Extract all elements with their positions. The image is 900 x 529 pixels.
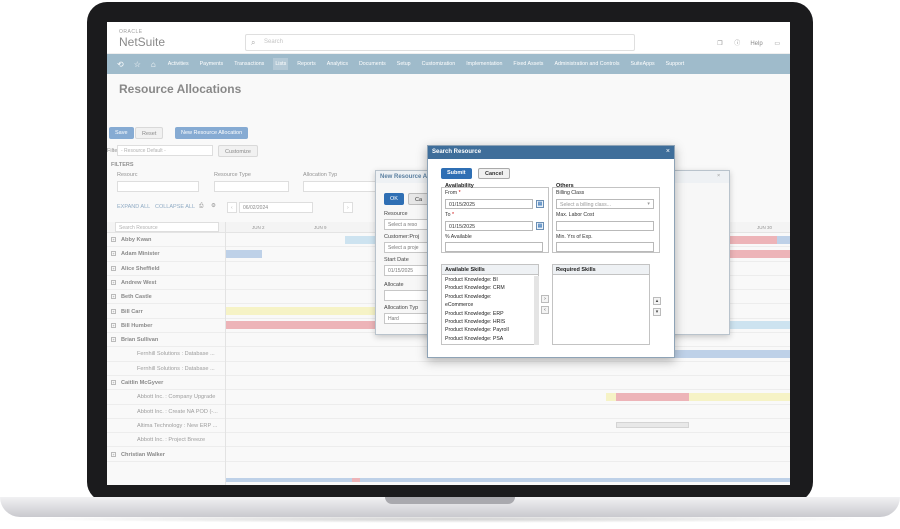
search-resource-dialog: Search Resource × Submit Cancel Availabi… — [427, 145, 675, 358]
skill-option[interactable]: Product Knowledge: — [445, 294, 491, 300]
pct-available-input[interactable] — [445, 242, 543, 252]
allocation-type-field[interactable]: Hard — [384, 313, 428, 324]
max-labor-cost-label: Max. Labor Cost — [556, 212, 595, 218]
allocate-field[interactable] — [384, 290, 428, 301]
billing-class-placeholder: Select a billing class... — [560, 202, 612, 208]
skills-scrollbar[interactable] — [534, 276, 539, 345]
move-down-arrow-icon[interactable]: ▾ — [653, 308, 661, 316]
start-date-field[interactable]: 01/15/2025 — [384, 265, 428, 276]
start-date-value: 01/15/2025 — [388, 268, 414, 274]
availability-heading: Availability — [445, 183, 474, 189]
ok-button[interactable]: OK — [384, 193, 404, 205]
skill-option[interactable]: Product Knowledge: Payroll — [445, 327, 509, 333]
skill-option[interactable]: Product Knowledge: HRIS — [445, 319, 505, 325]
to-calendar-icon[interactable]: ▦ — [536, 222, 544, 230]
remove-skill-arrow-icon[interactable]: ‹ — [541, 306, 549, 314]
from-calendar-icon[interactable]: ▦ — [536, 200, 544, 208]
billing-class-select[interactable]: Select a billing class... ▾ — [556, 199, 654, 209]
laptop-notch — [385, 497, 515, 504]
resource-field[interactable]: Select a reso — [384, 219, 428, 230]
required-skills-list[interactable]: Required Skills — [552, 264, 650, 345]
skill-option[interactable]: Product Knowledge: PSA — [445, 336, 503, 342]
customer-project-placeholder: Select a proje — [388, 245, 419, 251]
to-label: To * — [445, 212, 454, 218]
skill-option[interactable]: Product Knowledge: BI — [445, 277, 498, 283]
available-skills-heading: Available Skills — [445, 267, 485, 273]
to-date-input[interactable]: 01/15/2025 — [445, 221, 533, 231]
from-label-text: From — [445, 190, 458, 196]
billing-class-label: Billing Class — [556, 190, 585, 196]
skill-option[interactable]: eCommerce — [445, 302, 473, 308]
customer-project-label: Customer:Proj — [384, 234, 420, 240]
close-icon[interactable]: × — [666, 148, 670, 155]
add-skill-arrow-icon[interactable]: › — [541, 295, 549, 303]
cancel-button[interactable]: Cancel — [478, 168, 511, 179]
from-label: From * — [445, 190, 461, 196]
allocate-label: Allocate — [384, 282, 404, 288]
allocation-type-field-label: Allocation Typ — [384, 305, 419, 311]
to-date-value: 01/15/2025 — [449, 224, 475, 230]
new-allocation-close-icon[interactable]: × — [717, 173, 720, 179]
from-date-value: 01/15/2025 — [449, 202, 475, 208]
laptop-screen: ORACLE NetSuite ⌕ Search ❐ ⓘ Help ▭ ⟲ ☆ ⌂… — [107, 22, 790, 485]
move-up-arrow-icon[interactable]: ▴ — [653, 297, 661, 305]
pct-available-label: % Available — [445, 234, 472, 240]
available-skills-list[interactable]: Available Skills Product Knowledge: BI Pr… — [441, 264, 539, 345]
max-labor-cost-input[interactable] — [556, 221, 654, 231]
allocation-type-value: Hard — [388, 316, 399, 322]
from-date-input[interactable]: 01/15/2025 — [445, 199, 533, 209]
start-date-label: Start Date — [384, 257, 409, 263]
min-years-exp-label: Min. Yrs of Exp. — [556, 234, 593, 240]
skill-option[interactable]: Product Knowledge: ERP — [445, 311, 504, 317]
min-years-exp-input[interactable] — [556, 242, 654, 252]
skill-option[interactable]: Product Knowledge: CRM — [445, 285, 505, 291]
resource-field-placeholder: Select a reso — [388, 222, 418, 228]
new-allocation-cancel-button[interactable]: Ca — [408, 193, 430, 205]
others-heading: Others — [556, 183, 574, 189]
to-label-text: To — [445, 212, 451, 218]
required-skills-heading: Required Skills — [556, 267, 596, 273]
dialog-title: Search Resource — [428, 146, 674, 159]
customer-project-field[interactable]: Select a proje — [384, 242, 428, 253]
chevron-down-icon: ▾ — [647, 201, 650, 207]
submit-button[interactable]: Submit — [441, 168, 472, 179]
resource-field-label: Resource — [384, 211, 408, 217]
